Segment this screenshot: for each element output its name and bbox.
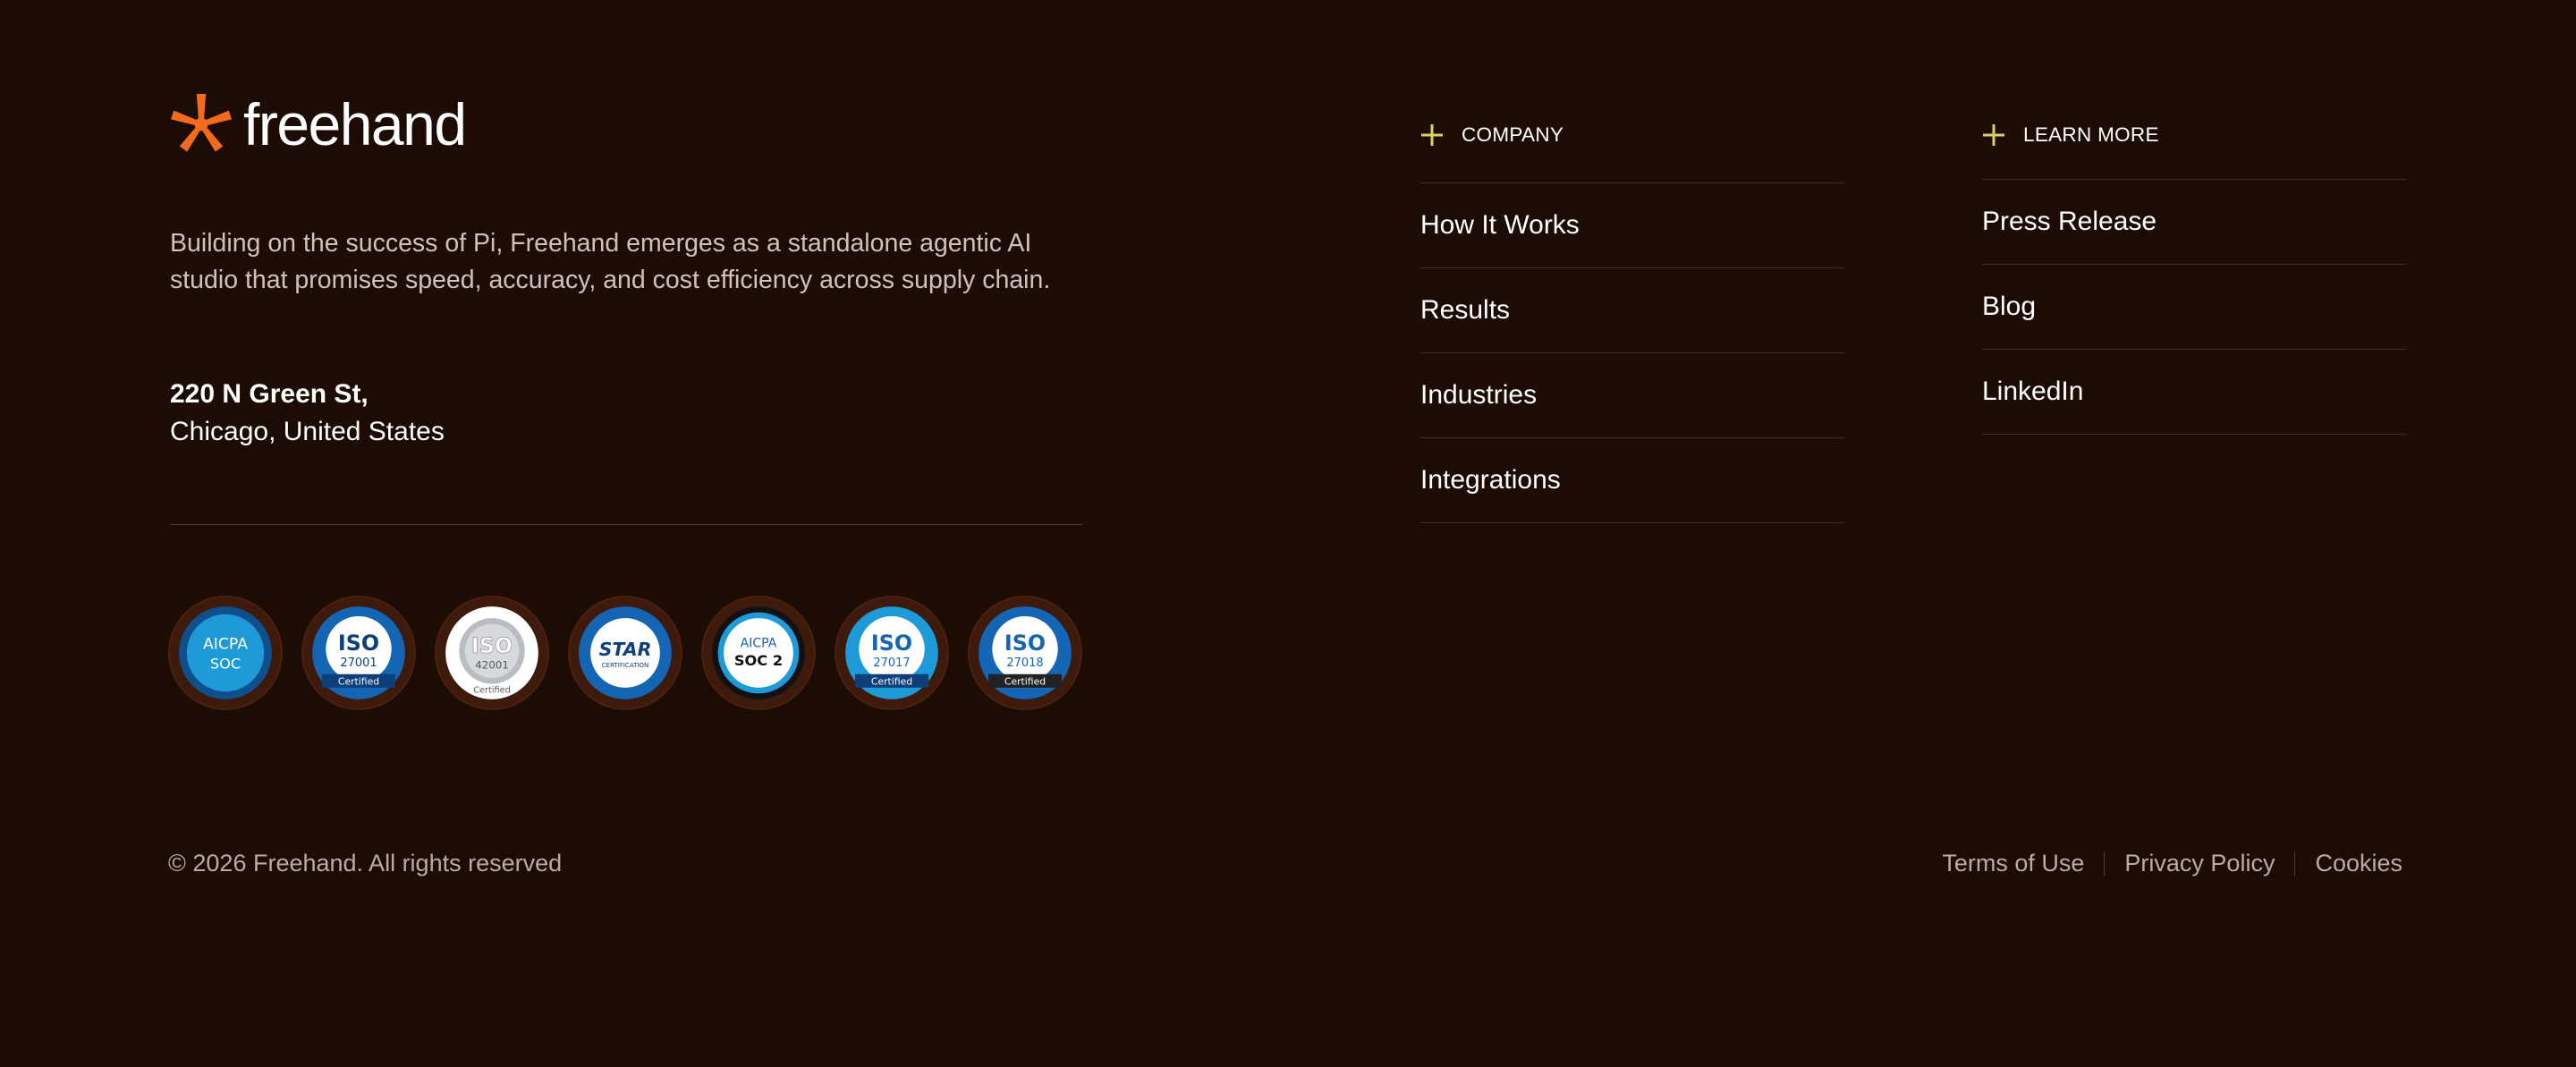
badge-number-text: 27017 [873, 656, 910, 670]
footer-link-how-it-works[interactable]: How It Works [1420, 182, 1844, 267]
badge-number-text: 27001 [340, 656, 377, 670]
learn-more-links: Press Release Blog LinkedIn [1982, 179, 2406, 435]
badge-bottom-text: Certified [1004, 676, 1046, 688]
iso-27017-badge-icon: ISO 27017 Certified [845, 606, 938, 699]
company-heading: COMPANY [1420, 119, 1844, 151]
learn-more-heading: LEARN MORE [1982, 119, 2406, 151]
asterisk-logo-icon [171, 93, 232, 152]
badge-top-text: AICPA [741, 637, 777, 651]
footer-link-results[interactable]: Results [1420, 267, 1844, 352]
star-certification-badge-icon: STAR CERTIFICATION [579, 606, 672, 699]
badge-bottom-text: Certified [871, 676, 912, 688]
company-links: How It Works Results Industries Integrat… [1420, 182, 1844, 523]
aicpa-soc-badge: AICPA SOC [170, 597, 281, 708]
badge-top-text: ISO [1004, 631, 1046, 656]
footer-link-blog[interactable]: Blog [1982, 264, 2406, 349]
badge-bottom-text: CERTIFICATION [602, 661, 648, 669]
aicpa-soc-badge-icon: AICPA SOC [179, 606, 272, 699]
copyright-text: © 2026 Freehand. All rights reserved [168, 850, 563, 876]
legal-links: Terms of Use Privacy Policy Cookies [1942, 850, 2402, 877]
plus-icon [1983, 124, 2004, 146]
footer-link-integrations[interactable]: Integrations [1420, 437, 1844, 523]
brand-name: freehand [243, 91, 467, 157]
badge-top-text: ISO [871, 631, 912, 656]
learn-more-heading-label: LEARN MORE [2023, 123, 2159, 146]
badge-bottom-text: SOC [210, 655, 241, 672]
aicpa-soc2-badge: AICPA SOC 2 [703, 597, 814, 708]
footer-link-linkedin[interactable]: LinkedIn [1982, 349, 2406, 435]
iso-27017-badge: ISO 27017 Certified [836, 597, 947, 708]
iso-27001-badge: ISO 27001 Certified [303, 597, 414, 708]
badge-top-text: ISO [471, 633, 513, 658]
cookies-link[interactable]: Cookies [2315, 850, 2402, 877]
badge-bottom-text: Certified [473, 685, 511, 695]
company-heading-label: COMPANY [1462, 123, 1564, 146]
badge-number-text: 27018 [1006, 656, 1043, 670]
footer-link-press-release[interactable]: Press Release [1982, 179, 2406, 264]
legal-separator [2104, 851, 2106, 876]
brand-logo[interactable]: freehand [168, 91, 467, 157]
address-line-2: Chicago, United States [170, 417, 445, 446]
badge-bottom-text: SOC 2 [734, 652, 783, 669]
company-address: 220 N Green St, Chicago, United States [170, 376, 445, 451]
certification-badges: AICPA SOC ISO 27001 Certified ISO 42001 … [170, 597, 1103, 708]
privacy-policy-link[interactable]: Privacy Policy [2124, 850, 2275, 877]
legal-separator [2294, 851, 2296, 876]
iso-27001-badge-icon: ISO 27001 Certified [312, 606, 405, 699]
plus-icon [1421, 124, 1443, 146]
terms-of-use-link[interactable]: Terms of Use [1942, 850, 2084, 877]
badge-bottom-text: Certified [338, 676, 379, 688]
company-column: COMPANY How It Works Results Industries … [1420, 119, 1844, 523]
badge-top-text: ISO [338, 631, 379, 656]
section-divider [170, 524, 1082, 525]
badge-top-text: STAR [599, 639, 652, 660]
learn-more-column: LEARN MORE Press Release Blog LinkedIn [1982, 119, 2406, 435]
star-certification-badge: STAR CERTIFICATION [570, 597, 681, 708]
company-tagline: Building on the success of Pi, Freehand … [170, 229, 1051, 294]
badge-top-text: AICPA [203, 636, 248, 654]
aicpa-soc2-badge-icon: AICPA SOC 2 [712, 606, 805, 699]
iso-42001-badge: ISO 42001 Certified [436, 597, 547, 708]
iso-27018-badge-icon: ISO 27018 Certified [979, 606, 1072, 699]
footer-link-industries[interactable]: Industries [1420, 352, 1844, 437]
iso-27018-badge: ISO 27018 Certified [970, 597, 1080, 708]
address-line-1: 220 N Green St, [170, 379, 369, 409]
badge-number-text: 42001 [475, 658, 509, 671]
iso-42001-badge-icon: ISO 42001 Certified [445, 606, 538, 699]
